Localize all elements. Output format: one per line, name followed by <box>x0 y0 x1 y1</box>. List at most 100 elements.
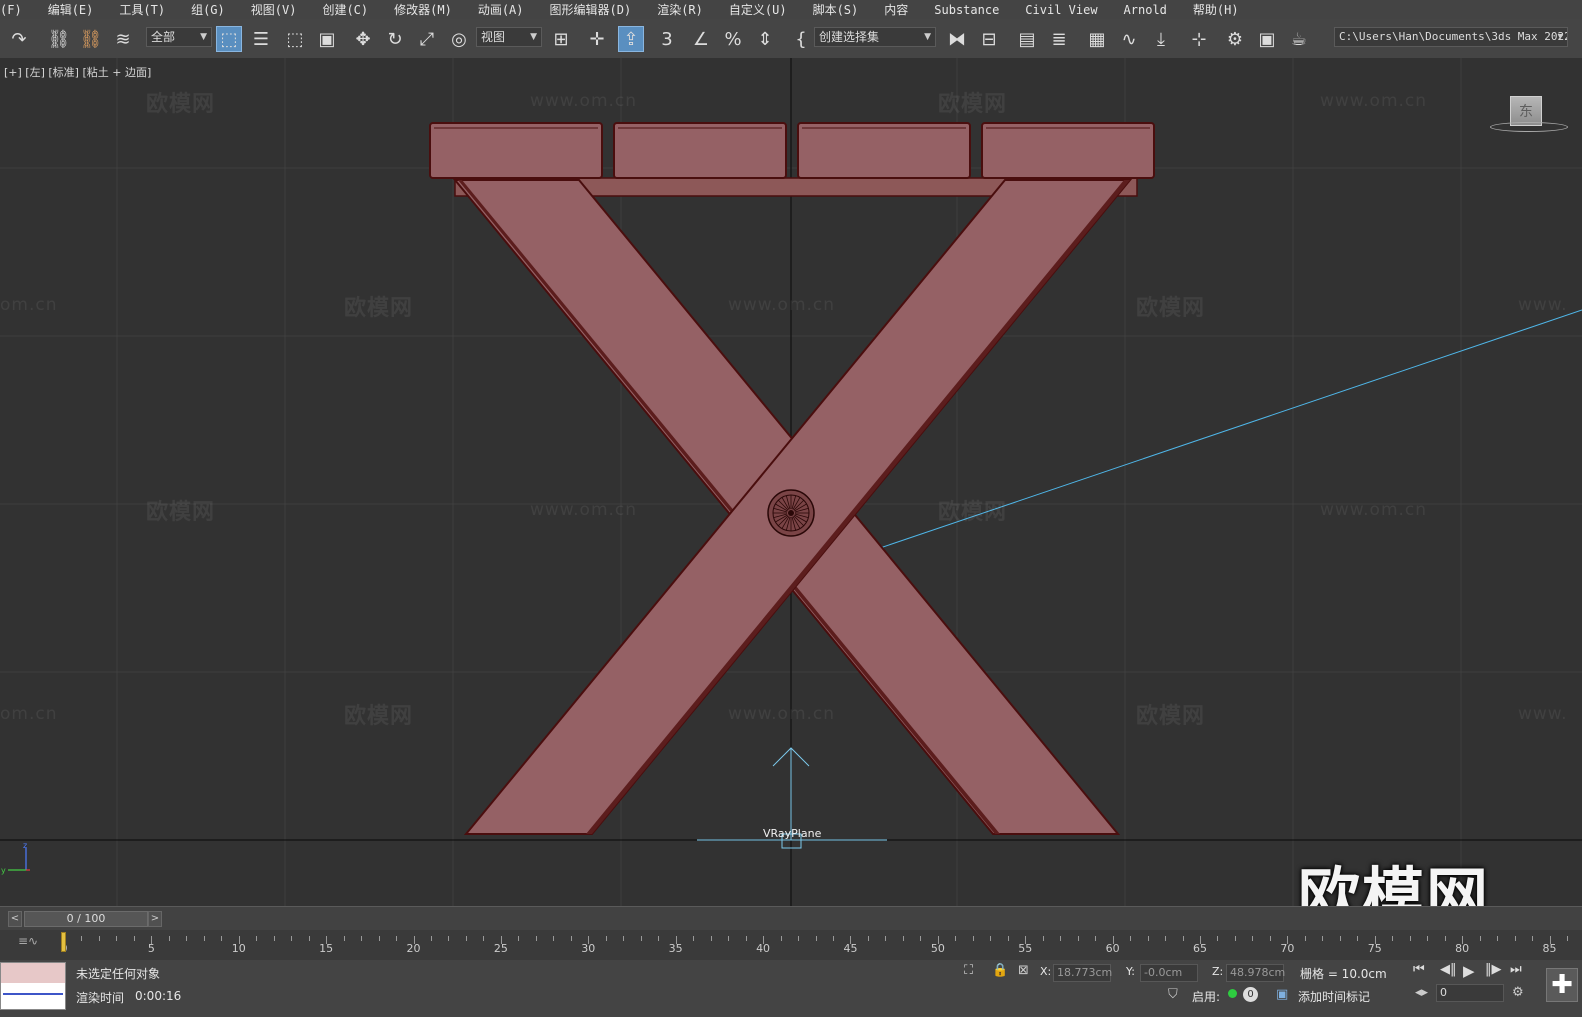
ribbon-icon[interactable]: ▦ <box>1084 26 1110 52</box>
align-icon[interactable]: ⊟ <box>976 26 1002 52</box>
viewport-left[interactable]: [+] [左] [标准] [粘土 + 边面] 欧模网 www.om.cn 欧模网… <box>0 58 1582 906</box>
x-label: X: <box>1040 965 1052 978</box>
menu-rendering[interactable]: 渲染(R) <box>645 1 717 18</box>
menu-customize[interactable]: 自定义(U) <box>717 1 801 18</box>
selection-filter-value: 全部 <box>151 30 176 44</box>
named-selection-set-value: 创建选择集 <box>819 30 880 44</box>
next-frame-icon[interactable]: ‖▶ <box>1485 962 1502 977</box>
angle-snap-icon[interactable]: ∠ <box>688 26 714 52</box>
time-slider[interactable]: 0 / 100 <box>24 911 148 927</box>
select-manipulate-icon[interactable]: ✛ <box>584 26 610 52</box>
previous-frame-icon[interactable]: ◀‖ <box>1440 962 1457 977</box>
curve-editor-icon[interactable]: ∿ <box>1116 26 1142 52</box>
menu-arnold[interactable]: Arnold <box>1112 3 1181 17</box>
spinner-snap-icon[interactable]: ⇕ <box>752 26 778 52</box>
stool-model[interactable] <box>429 122 1155 835</box>
redo-icon[interactable]: ↷ <box>6 26 32 52</box>
isolate-icon[interactable]: ⛶ <box>964 963 973 978</box>
timeline-tick-label: 60 <box>1105 942 1120 955</box>
pivot-icon[interactable]: ⊞ <box>548 26 574 52</box>
move-icon[interactable]: ✥ <box>350 26 376 52</box>
adaptive-degradation-icon[interactable]: ⛉ <box>1168 987 1178 1002</box>
time-tag-icon[interactable]: ▣ <box>1276 987 1288 1002</box>
menu-animation[interactable]: 动画(A) <box>466 1 538 18</box>
add-time-tag[interactable]: 添加时间标记 <box>1298 988 1370 1005</box>
render-setup-icon[interactable]: ⚙ <box>1222 26 1248 52</box>
layer-explorer-icon[interactable]: ≣ <box>1046 26 1072 52</box>
go-to-end-icon[interactable]: ⏭ <box>1510 962 1522 977</box>
unlink-icon[interactable]: ⛓ <box>78 26 104 52</box>
keyboard-shortcut-override-icon[interactable]: ⇪ <box>618 26 644 52</box>
material-editor-icon[interactable]: ⊹ <box>1186 26 1212 52</box>
time-slider-bar: < 0 / 100 > <box>0 906 1582 931</box>
snap-icon[interactable]: 3 <box>654 26 680 52</box>
timeline-tick <box>1444 936 1446 941</box>
project-path-dropdown[interactable]: C:\Users\Han\Documents\3ds Max 2022 ▼ <box>1334 27 1568 47</box>
menu-views[interactable]: 视图(V) <box>239 1 311 18</box>
key-mode-icon[interactable]: ◂▸ <box>1415 985 1428 1000</box>
menu-help[interactable]: 帮助(H) <box>1181 1 1253 18</box>
current-frame-field[interactable]: 0 <box>1436 984 1504 1002</box>
timeline-tick <box>1427 936 1429 941</box>
enable-count-badge[interactable]: 0 <box>1243 987 1258 1002</box>
timeline-tick <box>885 936 887 941</box>
timeline-tick <box>203 936 205 941</box>
timeline-tick <box>448 936 450 941</box>
menu-create[interactable]: 创建(C) <box>310 1 382 18</box>
go-to-start-icon[interactable]: ⏮ <box>1413 962 1425 977</box>
named-selection-set-dropdown[interactable]: 创建选择集 ▼ <box>814 27 936 47</box>
named-sets-icon[interactable]: { <box>788 26 814 52</box>
viewport-label[interactable]: [+] [左] [标准] [粘土 + 边面] <box>4 64 151 80</box>
select-by-name-icon[interactable]: ☰ <box>248 26 274 52</box>
maxscript-listener[interactable] <box>0 962 66 1010</box>
menu-scripting[interactable]: 脚本(S) <box>801 1 873 18</box>
enable-label: 启用: <box>1192 990 1221 1004</box>
absolute-mode-icon[interactable]: ⊠ <box>1018 963 1029 978</box>
play-icon[interactable]: ▶ <box>1463 962 1475 980</box>
percent-snap-icon[interactable]: % <box>720 26 746 52</box>
scale-icon[interactable]: ⤢ <box>414 26 440 52</box>
reference-coord-dropdown[interactable]: 视图 ▼ <box>476 27 542 47</box>
timeline-tick <box>483 936 485 941</box>
watermark-url: www.om.cn <box>1320 91 1428 111</box>
timeline-tick <box>832 936 834 941</box>
render-icon[interactable]: ☕ <box>1286 26 1312 52</box>
timeline-tick <box>623 936 625 941</box>
time-configuration-icon[interactable]: ⚙ <box>1512 985 1524 1000</box>
x-coordinate-field[interactable]: 18.773cm <box>1053 964 1112 982</box>
mini-curve-editor-icon[interactable]: ≡∿ <box>18 934 38 948</box>
menu-civil-view[interactable]: Civil View <box>1013 3 1111 17</box>
lock-icon[interactable]: 🔒 <box>992 963 1008 978</box>
viewport-nav-add-button[interactable]: ✚ <box>1546 968 1578 1002</box>
link-icon[interactable]: ⛓ <box>46 26 72 52</box>
menu-file[interactable]: (F) <box>0 3 36 17</box>
timeline-tick <box>378 936 380 941</box>
menu-modifiers[interactable]: 修改器(M) <box>382 1 466 18</box>
placement-icon[interactable]: ◎ <box>446 26 472 52</box>
scene-explorer-icon[interactable]: ▤ <box>1014 26 1040 52</box>
current-frame-marker[interactable] <box>61 932 66 952</box>
rendered-frame-icon[interactable]: ▣ <box>1254 26 1280 52</box>
window-crossing-icon[interactable]: ▣ <box>314 26 340 52</box>
next-frame-button[interactable]: > <box>148 911 162 927</box>
rotate-icon[interactable]: ↻ <box>382 26 408 52</box>
prev-frame-button[interactable]: < <box>8 911 22 927</box>
track-bar[interactable]: ≡∿ 0510152025303540455055606570758085 <box>0 930 1582 960</box>
menu-content[interactable]: 内容 <box>872 1 922 18</box>
timeline-tick <box>1077 936 1079 941</box>
schematic-icon[interactable]: ⤓ <box>1148 26 1174 52</box>
menu-tools[interactable]: 工具(T) <box>107 1 179 18</box>
mirror-icon[interactable]: ⧓ <box>944 26 970 52</box>
bind-spacewarp-icon[interactable]: ≋ <box>110 26 136 52</box>
timeline-tick-label: 15 <box>319 942 334 955</box>
select-object-icon[interactable]: ⬚ <box>216 26 242 52</box>
viewcube-ring[interactable] <box>1490 122 1568 132</box>
y-coordinate-field[interactable]: -0.0cm <box>1140 964 1198 982</box>
menu-graph-editors[interactable]: 图形编辑器(D) <box>538 1 646 18</box>
rect-region-icon[interactable]: ⬚ <box>282 26 308 52</box>
z-coordinate-field[interactable]: 48.978cm <box>1226 964 1285 982</box>
menu-edit[interactable]: 编辑(E) <box>36 1 108 18</box>
selection-filter-dropdown[interactable]: 全部 ▼ <box>146 27 212 47</box>
menu-substance[interactable]: Substance <box>922 3 1013 17</box>
menu-group[interactable]: 组(G) <box>179 1 239 18</box>
